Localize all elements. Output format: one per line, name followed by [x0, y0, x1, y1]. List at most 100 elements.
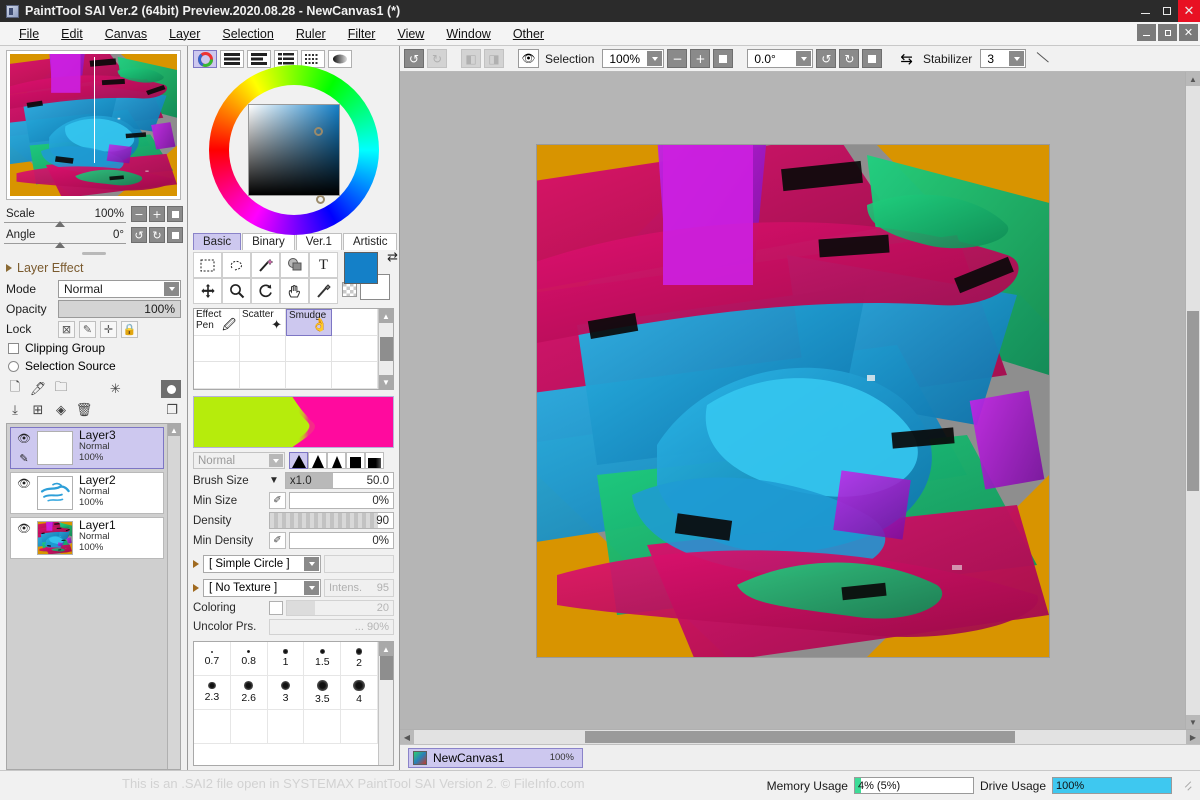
scroll-up-icon[interactable]: ▲: [1186, 72, 1200, 86]
zoom-select[interactable]: 100%: [602, 49, 665, 68]
magic-wand-icon[interactable]: [251, 252, 280, 278]
lasso-select-icon[interactable]: [222, 252, 251, 278]
angle-reset-icon[interactable]: [862, 49, 883, 68]
list-item[interactable]: [332, 362, 378, 389]
layers-scrollbar[interactable]: ▲: [167, 424, 180, 769]
list-item[interactable]: Scatter ✦: [240, 309, 286, 336]
chevron-down-icon[interactable]: [304, 580, 319, 595]
size-preset-cell[interactable]: 2: [341, 642, 378, 676]
tab-basic[interactable]: Basic: [193, 233, 242, 250]
eye-icon[interactable]: 👁: [11, 428, 37, 448]
mdi-close-button[interactable]: ✕: [1179, 24, 1198, 41]
color-wheel-mode-button[interactable]: [193, 50, 217, 68]
angle-slider-thumb[interactable]: [55, 241, 66, 248]
min-size-slider[interactable]: 0%: [289, 492, 394, 509]
chevron-down-icon[interactable]: [647, 51, 663, 66]
text-icon[interactable]: T: [309, 252, 338, 278]
pen-icon[interactable]: [11, 493, 37, 513]
chevron-down-icon[interactable]: [304, 556, 319, 571]
panel-divider-handle[interactable]: [81, 252, 106, 255]
pen-icon[interactable]: [11, 538, 37, 558]
size-grid-scrollbar[interactable]: ▲: [378, 642, 393, 765]
pressure-icon[interactable]: ✐: [269, 492, 286, 509]
tab-ver1[interactable]: Ver.1: [295, 233, 342, 250]
shape-preset-select[interactable]: [ Simple Circle ]: [203, 554, 321, 573]
lock-paint-icon[interactable]: ✎: [79, 320, 96, 338]
list-item[interactable]: [194, 335, 240, 363]
layer-opacity-slider[interactable]: 100%: [58, 300, 181, 318]
scale-plus-icon[interactable]: +: [149, 206, 165, 222]
narrow-shape-button[interactable]: [327, 452, 346, 469]
menu-canvas[interactable]: Canvas: [94, 24, 158, 44]
menu-window[interactable]: Window: [435, 24, 501, 44]
soft-round-shape-button[interactable]: [289, 452, 308, 469]
menu-other[interactable]: Other: [502, 24, 555, 44]
select-pen-icon[interactable]: [280, 252, 309, 278]
scroll-up-icon[interactable]: ▲: [379, 642, 393, 656]
table-row[interactable]: 👁 Layer2 Normal 100%: [10, 472, 164, 514]
size-preset-cell[interactable]: 3: [267, 676, 305, 710]
window-minimize-button[interactable]: [1134, 0, 1156, 22]
mdi-minimize-button[interactable]: [1137, 24, 1156, 41]
angle-slider[interactable]: Angle 0°: [4, 227, 126, 248]
size-preset-cell[interactable]: [267, 710, 305, 744]
angle-select[interactable]: 0.0°: [747, 49, 814, 68]
coloring-checkbox[interactable]: [269, 600, 283, 615]
rect-select-icon[interactable]: [193, 252, 222, 278]
menu-layer[interactable]: Layer: [158, 24, 211, 44]
menu-file[interactable]: File: [8, 24, 50, 44]
clipping-indicator-icon[interactable]: [161, 380, 181, 398]
chevron-down-icon[interactable]: [796, 51, 812, 66]
size-preset-cell[interactable]: 1: [267, 642, 305, 676]
window-maximize-button[interactable]: [1156, 0, 1178, 22]
flat-shape-button[interactable]: [365, 452, 384, 469]
rotate-icon[interactable]: [251, 278, 280, 304]
list-item[interactable]: [240, 362, 286, 389]
expand-triangle-icon[interactable]: [193, 559, 199, 568]
hue-cursor[interactable]: [316, 195, 325, 204]
size-preset-cell[interactable]: 0.8: [230, 642, 268, 676]
canvas-horizontal-scrollbar[interactable]: ◀ ▶: [400, 729, 1200, 744]
layer-effect-section[interactable]: Layer Effect: [0, 259, 187, 279]
scrollbar-thumb[interactable]: [585, 731, 1015, 743]
scroll-up-icon[interactable]: ▲: [168, 424, 180, 436]
list-item[interactable]: Smudge 👌: [286, 309, 332, 336]
coloring-slider[interactable]: 20: [286, 599, 394, 616]
texture-intensity-slider[interactable]: Intens. 95: [324, 578, 394, 597]
nav-left-icon[interactable]: ◧: [461, 49, 481, 68]
eyedropper-icon[interactable]: [309, 278, 338, 304]
zoom-reset-icon[interactable]: [713, 49, 734, 68]
flip-horizontal-icon[interactable]: ⇆: [900, 50, 913, 68]
color-wheel[interactable]: [188, 65, 399, 235]
menu-view[interactable]: View: [386, 24, 435, 44]
tab-binary[interactable]: Binary: [242, 233, 295, 250]
saturation-value-square[interactable]: [247, 104, 340, 196]
shape-preset-intensity[interactable]: [324, 554, 394, 573]
zoom-in-icon[interactable]: +: [690, 49, 711, 68]
lock-pixel-icon[interactable]: ⊠: [58, 320, 75, 338]
layer-mask-icon[interactable]: ✳: [107, 380, 125, 398]
lock-all-icon[interactable]: 🔒: [121, 320, 138, 338]
round-shape-button[interactable]: [308, 452, 327, 469]
clipping-group-row[interactable]: Clipping Group: [0, 339, 187, 357]
merge-icon[interactable]: ◈: [52, 401, 70, 419]
size-preset-cell[interactable]: 4: [341, 676, 378, 710]
list-item[interactable]: [240, 335, 286, 363]
foreground-color-swatch[interactable]: [344, 252, 378, 284]
list-item[interactable]: Effect Pen 🖉: [194, 309, 240, 336]
chevron-down-icon[interactable]: [1009, 51, 1025, 66]
size-preset-cell[interactable]: [194, 710, 231, 744]
menu-selection[interactable]: Selection: [211, 24, 284, 44]
list-item[interactable]: [332, 335, 378, 363]
size-preset-cell[interactable]: 2.3: [194, 676, 231, 710]
table-row[interactable]: 👁 ✎ Layer3 Normal 100%: [10, 427, 164, 469]
expand-triangle-icon[interactable]: [193, 583, 199, 592]
scale-slider[interactable]: Scale 100%: [4, 206, 126, 227]
angle-reset-icon[interactable]: [167, 227, 183, 243]
square-shape-button[interactable]: [346, 452, 365, 469]
new-folder-icon[interactable]: 🗀: [52, 380, 70, 398]
stabilizer-select[interactable]: 3: [980, 49, 1027, 68]
transparency-icon[interactable]: [342, 282, 357, 297]
menu-edit[interactable]: Edit: [50, 24, 94, 44]
canvas-vertical-scrollbar[interactable]: ▲ ▼: [1185, 72, 1200, 729]
